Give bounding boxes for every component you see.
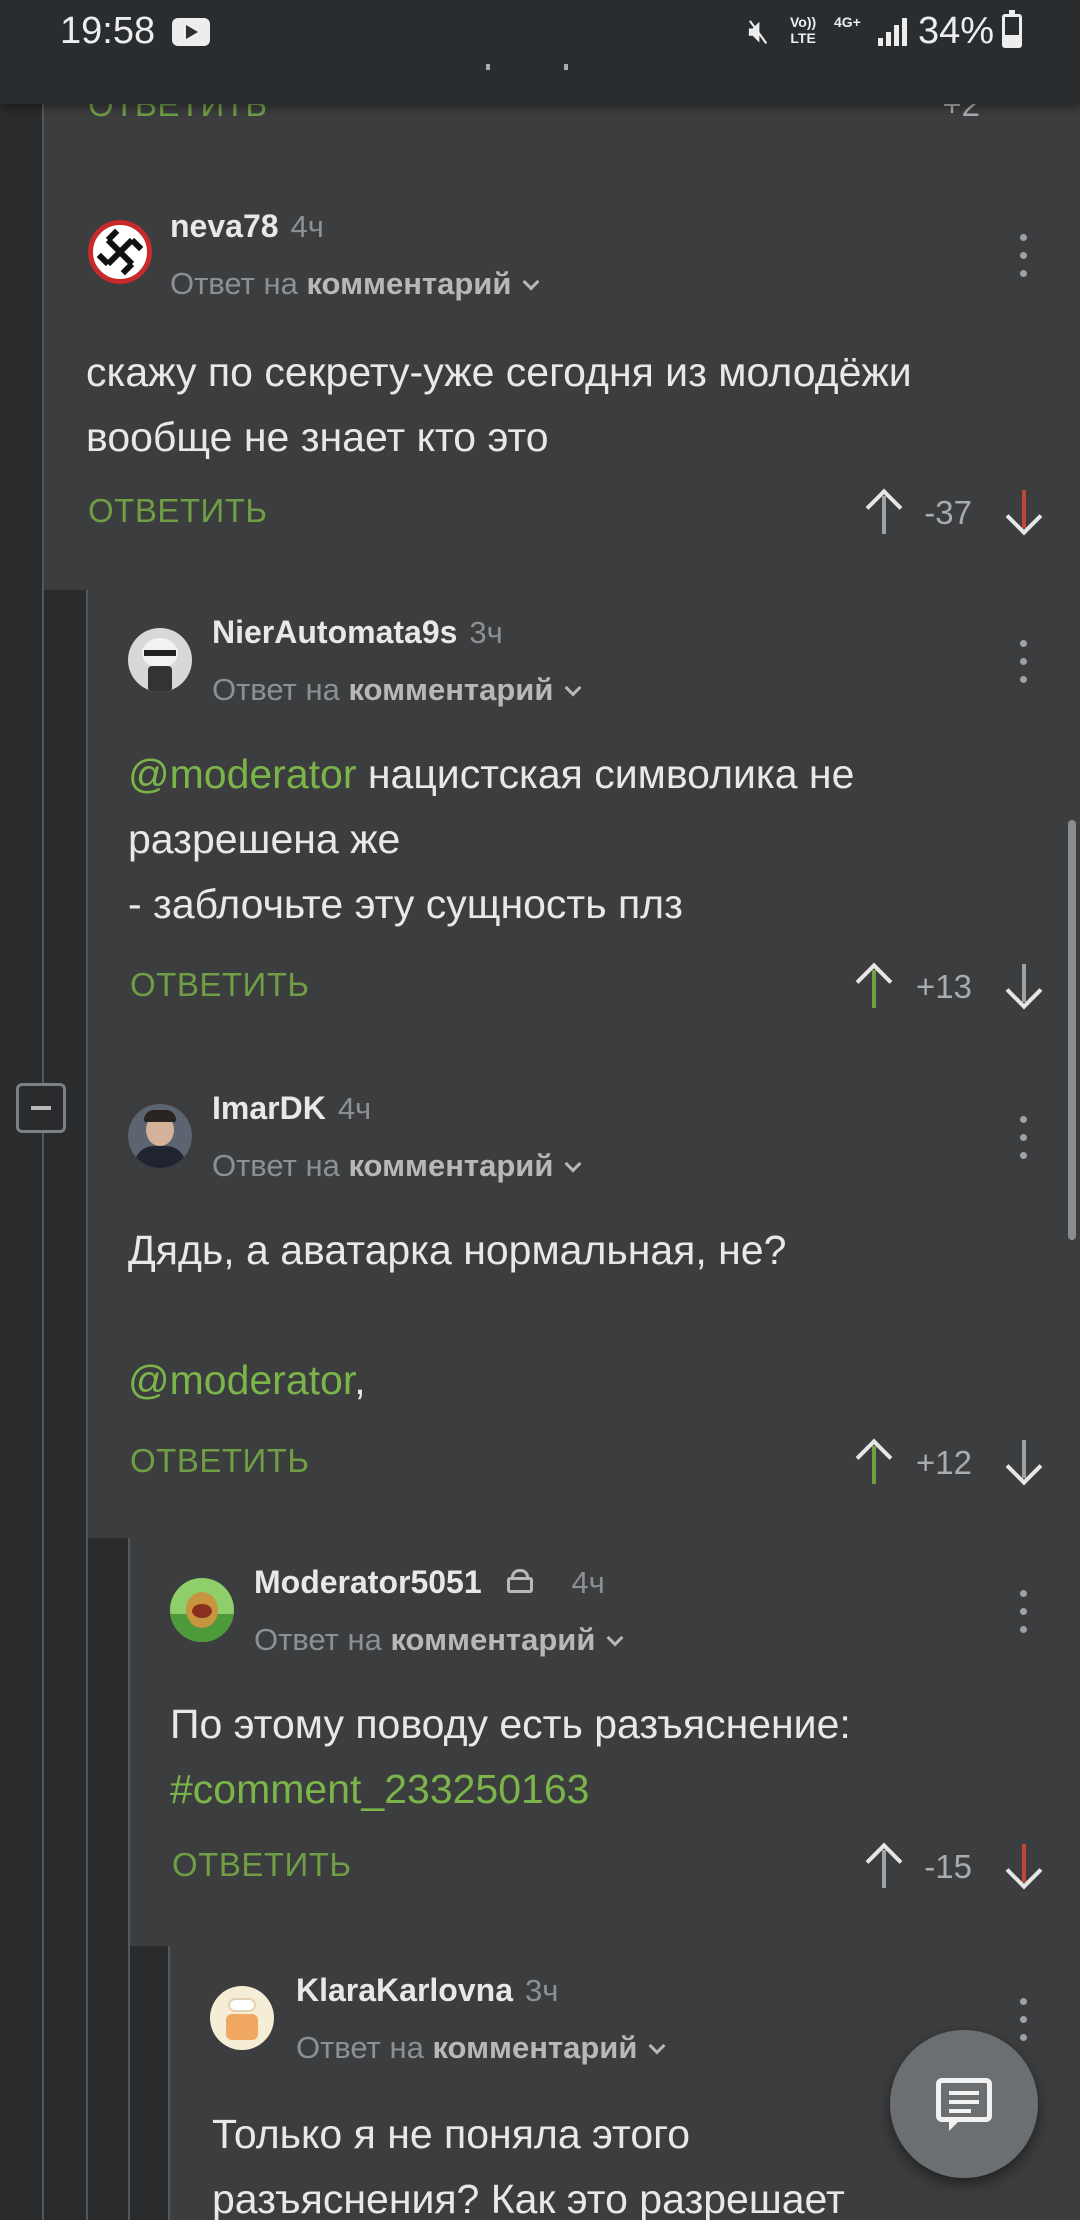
comment-text: Дядь, а аватарка нормальная, не? @modera… (128, 1227, 787, 1403)
more-options-icon[interactable] (1018, 640, 1028, 684)
status-bar: 19:58 🔇︎ Vo)) LTE 4G+ 34% (0, 0, 1080, 64)
reply-button[interactable]: ОТВЕТИТЬ (130, 1442, 310, 1480)
more-options-icon[interactable] (1018, 1116, 1028, 1160)
reply-button[interactable]: ОТВЕТИТЬ (88, 492, 268, 530)
comment-time: 4ч (571, 1565, 605, 1600)
status-time: 19:58 (60, 10, 156, 52)
thread-rail (130, 1946, 170, 2220)
comment-icon (936, 2078, 992, 2131)
swastika-avatar-icon (94, 226, 146, 278)
more-options-icon[interactable] (1018, 1998, 1028, 2042)
score: +13 (916, 968, 972, 1005)
mute-icon: 🔇︎ (748, 12, 770, 50)
avatar[interactable] (128, 1104, 192, 1168)
comment-time: 4ч (290, 209, 324, 244)
comment-text: По этому поводу есть разъяснение: #comme… (170, 1692, 851, 1822)
reply-to[interactable]: Ответ на комментарий (212, 672, 582, 708)
score: -15 (924, 1848, 972, 1885)
comment-text: @moderator нацистская символика не разре… (128, 751, 855, 927)
signal-icon (878, 16, 908, 46)
app-header (0, 64, 1080, 104)
downvote-icon[interactable] (1004, 964, 1044, 1010)
reply-button[interactable]: ОТВЕТИТЬ (172, 1846, 352, 1884)
chevron-down-icon (522, 273, 540, 291)
upvote-icon[interactable] (854, 962, 894, 1008)
downvote-icon[interactable] (1004, 1844, 1044, 1890)
comment-link[interactable]: #comment_233250163 (170, 1757, 851, 1822)
comment-author[interactable]: Moderator5051 4ч (254, 1564, 605, 1601)
comment: ImarDK 4ч Ответ на комментарий Дядь, а ав… (88, 1064, 1080, 1538)
comment-time: 4ч (337, 1091, 372, 1126)
chevron-down-icon (606, 1629, 624, 1647)
chevron-down-icon (564, 679, 582, 697)
battery-icon (1002, 10, 1022, 48)
comment-author[interactable]: neva78 4ч (170, 208, 324, 245)
downvote-icon[interactable] (1004, 490, 1044, 536)
moderator-badge-icon (503, 1567, 537, 1595)
avatar[interactable] (128, 628, 192, 692)
upvote-icon[interactable] (864, 1842, 904, 1888)
more-options-icon[interactable] (1018, 234, 1028, 278)
mention-link[interactable]: @moderator (128, 751, 356, 797)
upvote-icon[interactable] (854, 1438, 894, 1484)
comment-time: 3ч (524, 1973, 559, 2008)
more-options-icon[interactable] (1018, 1590, 1028, 1634)
avatar[interactable] (170, 1578, 234, 1642)
battery-percent: 34% (918, 10, 995, 52)
scrollbar[interactable] (1068, 820, 1076, 1240)
youtube-notification-icon (172, 18, 210, 46)
mention-link[interactable]: @moderator (128, 1357, 354, 1403)
comment-author[interactable]: ImarDK 4ч (212, 1090, 371, 1127)
reply-to[interactable]: Ответ на комментарий (254, 1622, 624, 1658)
avatar[interactable] (210, 1986, 274, 2050)
upvote-icon[interactable] (864, 488, 904, 534)
comment: Moderator5051 4ч Ответ на комментарий По… (130, 1538, 1080, 1946)
avatar[interactable] (88, 220, 152, 284)
chevron-down-icon (564, 1155, 582, 1173)
downvote-icon[interactable] (1004, 1440, 1044, 1486)
comment: neva78 4ч Ответ на комментарий скажу по с… (44, 104, 1080, 590)
score: -37 (924, 494, 972, 531)
comment-fab-button[interactable] (890, 2030, 1038, 2178)
reply-to[interactable]: Ответ на комментарий (170, 266, 540, 302)
thread-rail (0, 104, 44, 2220)
comment-author[interactable]: NierAutomata9s 3ч (212, 614, 503, 651)
reply-to[interactable]: Ответ на комментарий (212, 1148, 582, 1184)
reply-button[interactable]: ОТВЕТИТЬ (130, 966, 310, 1004)
score: +12 (916, 1444, 972, 1481)
collapse-minus-icon[interactable] (16, 1083, 66, 1133)
comment-text: Только я не поняла этого разъяснения? Ка… (212, 2111, 845, 2220)
network-type: 4G+ (834, 14, 861, 30)
comment-author[interactable]: KlaraKarlovna 3ч (296, 1972, 558, 2009)
comment-time: 3ч (469, 615, 503, 650)
thread-rail (44, 590, 88, 2220)
comment-text: скажу по секрету-уже сегодня из молодёжи… (86, 349, 912, 460)
comment: NierAutomata9s 3ч Ответ на комментарий @m… (88, 590, 1080, 1064)
reply-to[interactable]: Ответ на комментарий (296, 2030, 666, 2066)
chevron-down-icon (648, 2037, 666, 2055)
thread-rail (88, 1538, 128, 2220)
volte-indicator: Vo)) LTE (790, 14, 817, 46)
